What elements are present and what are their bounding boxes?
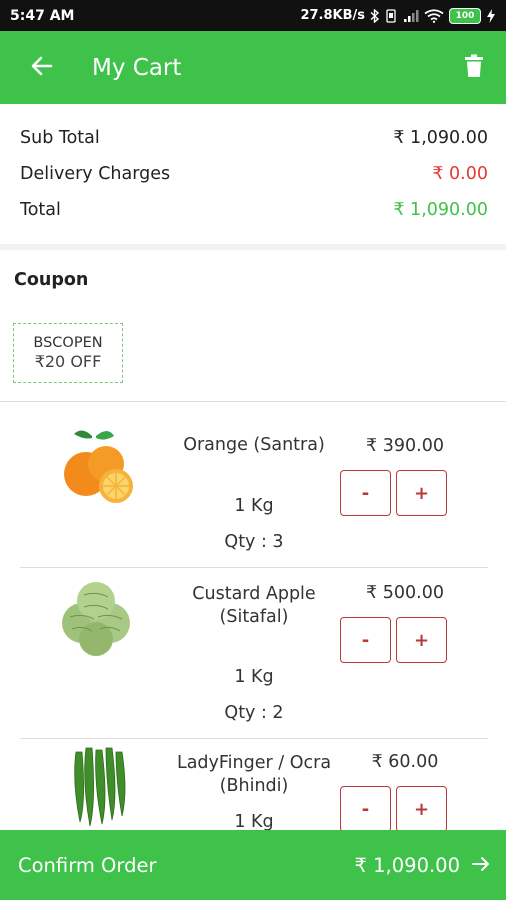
delivery-label: Delivery Charges xyxy=(20,164,171,184)
bluetooth-icon xyxy=(370,8,379,23)
subtotal-label: Sub Total xyxy=(20,128,100,148)
item-divider xyxy=(20,567,488,568)
delivery-value: ₹ 0.00 xyxy=(432,164,488,184)
page-title: My Cart xyxy=(92,54,182,81)
confirm-order-button[interactable]: Confirm Order ₹ 1,090.00 xyxy=(0,830,506,900)
item-name: Custard Apple (Sitafal) xyxy=(192,584,316,627)
item-qty: Qty : 2 xyxy=(224,703,284,723)
item-qty: Qty : 3 xyxy=(224,532,284,552)
wifi-icon xyxy=(424,8,444,23)
cart-items-list[interactable]: Orange (Santra) 1 Kg Qty : 3 ₹ 390.00 - … xyxy=(0,402,506,830)
decrease-qty-button[interactable]: - xyxy=(340,470,391,516)
ladyfinger-image xyxy=(52,742,140,830)
orange-image xyxy=(52,424,140,512)
network-speed: 27.8KB/s xyxy=(300,8,365,23)
coupon-heading: Coupon xyxy=(14,270,89,290)
battery-icon: 100 xyxy=(449,7,481,24)
back-button[interactable] xyxy=(22,48,62,88)
trash-icon xyxy=(464,54,484,82)
subtotal-value: ₹ 1,090.00 xyxy=(393,128,488,148)
total-value: ₹ 1,090.00 xyxy=(393,200,488,220)
section-divider xyxy=(0,244,506,250)
app-bar: My Cart xyxy=(0,31,506,104)
charging-icon xyxy=(486,8,496,23)
arrow-right-icon xyxy=(472,854,490,877)
vibrate-icon xyxy=(384,8,398,23)
item-name: Orange (Santra) xyxy=(183,435,325,455)
total-label: Total xyxy=(20,200,61,220)
coupon-chip[interactable]: BSCOPEN ₹20 OFF xyxy=(13,323,123,383)
item-name: LadyFinger / Ocra (Bhindi) xyxy=(176,753,332,796)
item-unit: 1 Kg xyxy=(234,667,274,687)
delivery-row: Delivery Charges ₹ 0.00 xyxy=(20,156,488,192)
signal-icon xyxy=(403,9,419,23)
decrease-qty-button[interactable]: - xyxy=(340,786,391,830)
item-divider xyxy=(20,738,488,739)
custard-apple-image xyxy=(52,573,140,661)
arrow-left-icon xyxy=(31,56,53,80)
increase-qty-button[interactable]: + xyxy=(396,470,447,516)
clear-cart-button[interactable] xyxy=(454,48,494,88)
increase-qty-button[interactable]: + xyxy=(396,617,447,663)
order-total: ₹ 1,090.00 xyxy=(355,854,490,877)
item-price: ₹ 390.00 xyxy=(366,436,444,456)
decrease-qty-button[interactable]: - xyxy=(340,617,391,663)
coupon-discount: ₹20 OFF xyxy=(34,352,102,371)
order-total-value: ₹ 1,090.00 xyxy=(354,853,460,877)
status-icons: 27.8KB/s 100 xyxy=(300,7,496,24)
item-unit: 1 Kg xyxy=(234,496,274,516)
price-summary: Sub Total ₹ 1,090.00 Delivery Charges ₹ … xyxy=(0,104,506,244)
status-time: 5:47 AM xyxy=(10,7,75,24)
item-unit: 1 Kg xyxy=(234,812,274,830)
subtotal-row: Sub Total ₹ 1,090.00 xyxy=(20,120,488,156)
item-price: ₹ 500.00 xyxy=(366,583,444,603)
item-price: ₹ 60.00 xyxy=(371,752,439,772)
status-bar: 5:47 AM 27.8KB/s 100 xyxy=(0,0,506,31)
increase-qty-button[interactable]: + xyxy=(396,786,447,830)
confirm-order-label: Confirm Order xyxy=(18,853,157,877)
coupon-code: BSCOPEN xyxy=(33,335,103,351)
total-row: Total ₹ 1,090.00 xyxy=(20,192,488,228)
